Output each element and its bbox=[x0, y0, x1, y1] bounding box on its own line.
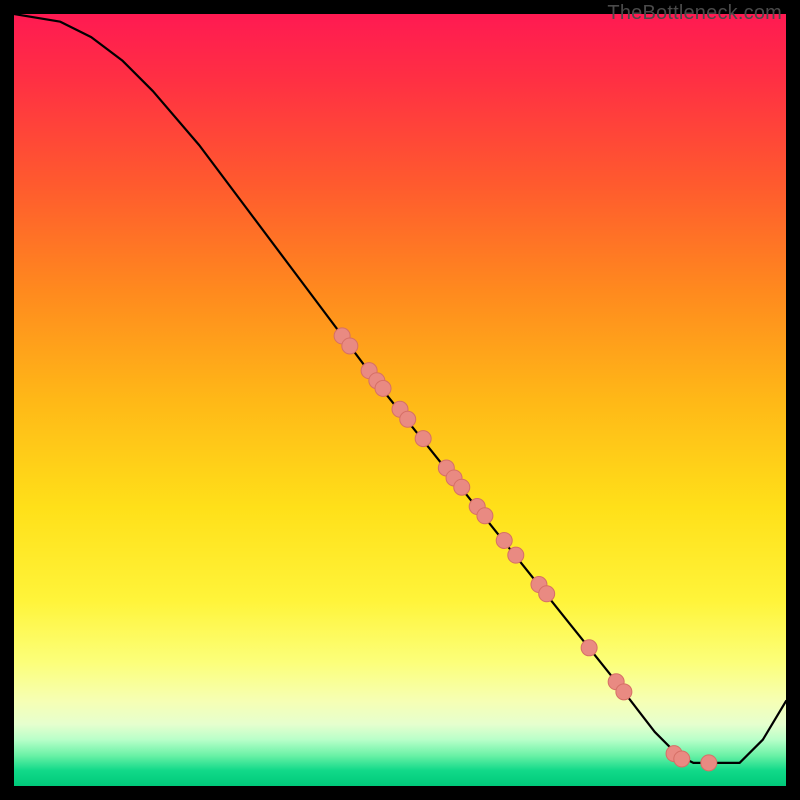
plot-background bbox=[14, 14, 786, 786]
watermark-text: TheBottleneck.com bbox=[607, 2, 782, 25]
chart-frame: TheBottleneck.com bbox=[0, 0, 800, 800]
